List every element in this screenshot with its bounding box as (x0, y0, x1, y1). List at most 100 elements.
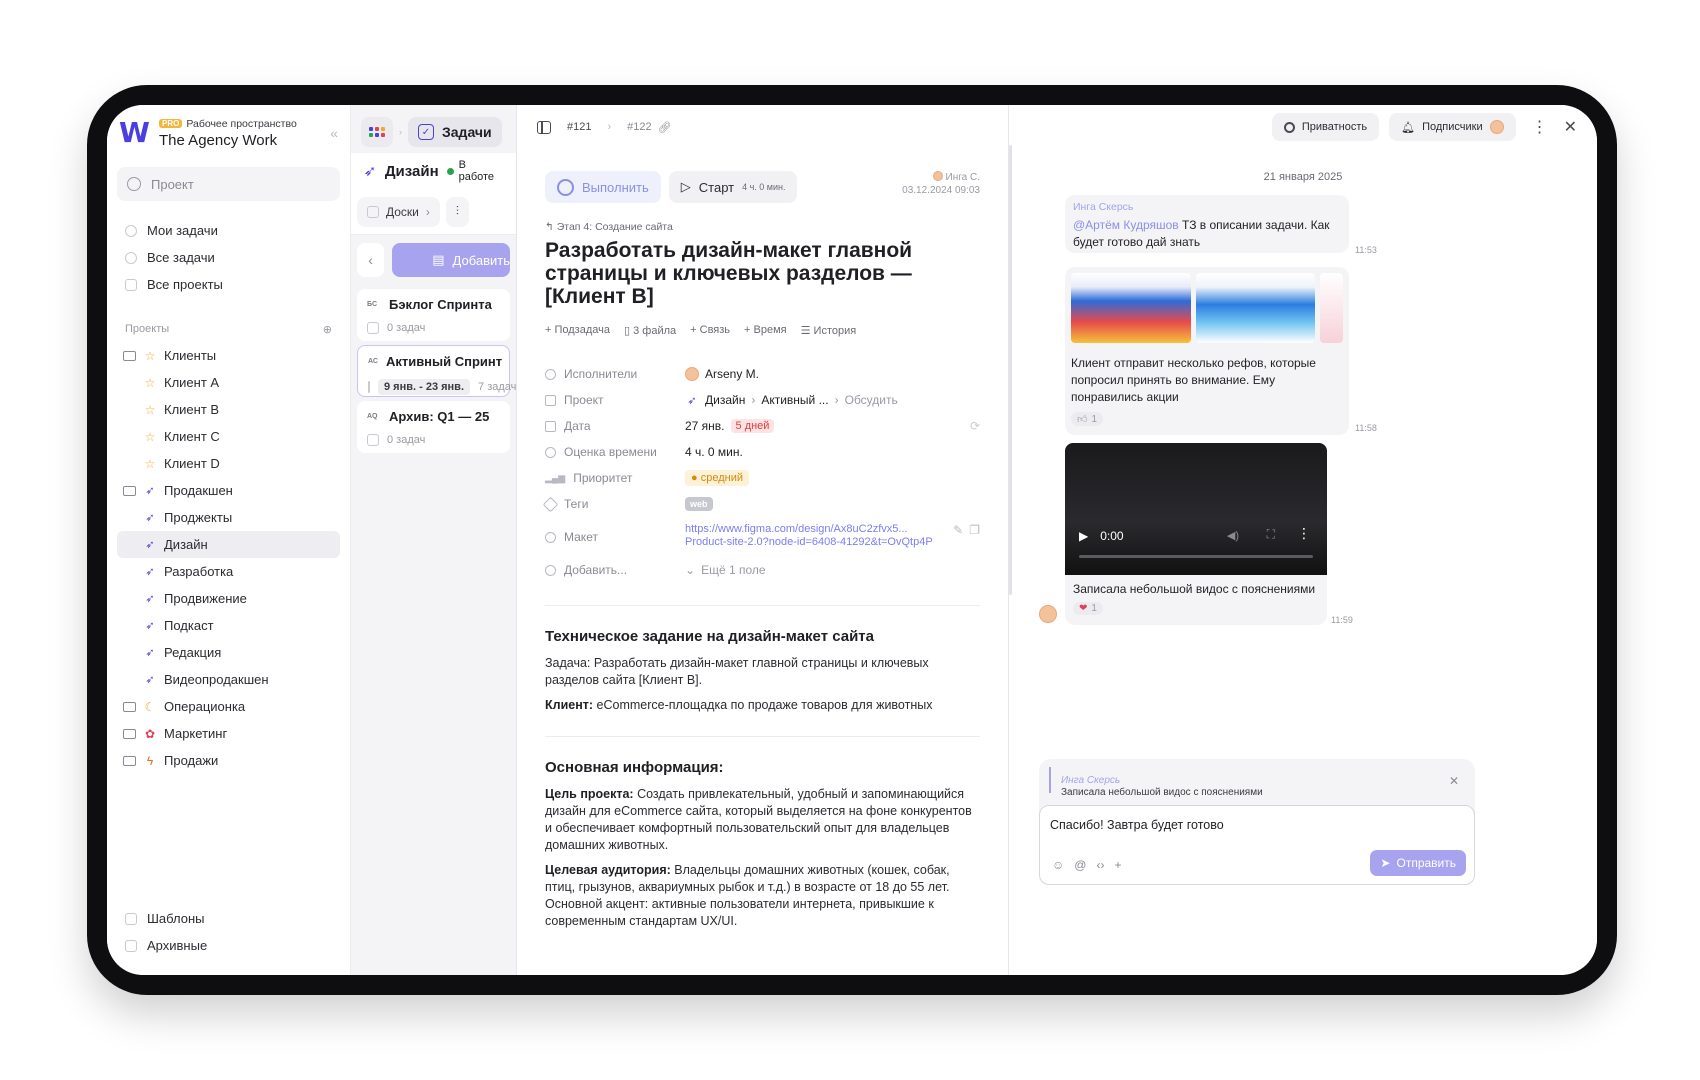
privacy-button[interactable]: Приватность (1271, 113, 1380, 141)
link-icon[interactable]: 🔗︎ (658, 121, 672, 134)
add-sprint-icon: ▤ (432, 252, 445, 267)
start-label: Старт (698, 179, 735, 195)
tree-folder-operations[interactable]: ☾ Операционка (117, 693, 340, 720)
tree-item-client-c[interactable]: ☆ Клиент C (117, 423, 340, 450)
tab-boards[interactable]: Доски › (357, 196, 440, 227)
collapse-sidebar-icon[interactable]: « (330, 125, 338, 141)
more-vertical-icon[interactable]: ⋮ (1526, 117, 1554, 137)
tasks-module-button[interactable]: ✓ Задачи (408, 117, 502, 147)
back-button[interactable]: ‹ (357, 243, 385, 277)
nav-archived[interactable]: Архивные (107, 932, 350, 959)
image-thumbnail[interactable] (1071, 273, 1191, 343)
prop-assignees[interactable]: Исполнители Arseny M. (545, 361, 980, 387)
mention-icon[interactable]: @ (1074, 858, 1086, 872)
edit-icon[interactable]: ✎ (953, 517, 963, 537)
add-sprint-button[interactable]: ▤ Добавить (392, 243, 510, 277)
copy-icon[interactable]: ❐ (969, 517, 980, 537)
tree-item-design[interactable]: ➶ Дизайн (117, 531, 340, 558)
tree-item-client-a[interactable]: ☆ Клиент A (117, 369, 340, 396)
sprint-card[interactable]: БС Бэклог Спринта 0 задач (357, 289, 510, 341)
chat-message[interactable]: Инга Скерсь @Артём Кудряшов ТЗ в описани… (1065, 195, 1349, 253)
nav-my-tasks[interactable]: Мои задачи (107, 217, 350, 244)
play-icon[interactable]: ▶ (1079, 529, 1088, 543)
volume-icon[interactable]: ◀) (1227, 529, 1239, 542)
prop-add[interactable]: Добавить... ⌄ Ещё 1 поле (545, 557, 980, 583)
subscribers-button[interactable]: 🔔︎ Подписчики (1389, 113, 1516, 141)
tree-item-development[interactable]: ➶ Разработка (117, 558, 340, 585)
sprint-count: 0 задач (387, 322, 426, 334)
emoji-icon[interactable]: ☺ (1052, 858, 1064, 872)
prop-project[interactable]: Проект ➶ Дизайн › Активный ... › Обсудить (545, 387, 980, 413)
sprint-card[interactable]: АQ Архив: Q1 — 25 0 задач (357, 401, 510, 453)
reaction-chip[interactable]: 👍︎ 1 (1071, 412, 1104, 426)
breadcrumb-parent[interactable]: #121 (567, 121, 591, 133)
code-icon[interactable]: ‹› (1096, 858, 1104, 872)
task-title[interactable]: Разработать дизайн-макет главной страниц… (545, 239, 980, 308)
apps-button[interactable] (361, 117, 393, 147)
tree-item-promotion[interactable]: ➶ Продвижение (117, 585, 340, 612)
reaction-chip[interactable]: ❤ 1 (1073, 602, 1103, 615)
tree-item-projects[interactable]: ➶ Проджекты (117, 504, 340, 531)
plus-icon[interactable]: + (1114, 858, 1121, 872)
prop-priority[interactable]: ▂▄▆ Приоритет ● средний (545, 465, 980, 491)
video-player[interactable]: ▶ 0:00 ◀) ⛶ ⋮ (1065, 443, 1327, 575)
send-button[interactable]: ➤ Отправить (1370, 850, 1466, 876)
brief-task-label: Задача: (545, 656, 591, 670)
tree-item-podcast[interactable]: ➶ Подкаст (117, 612, 340, 639)
prop-date[interactable]: Дата 27 янв. 5 дней ⟳ (545, 413, 980, 439)
figma-link[interactable]: https://www.figma.com/design/Ax8uC2zfvx5… (685, 517, 945, 549)
message-input[interactable]: Спасибо! Завтра будет готово ☺ @ ‹› + ➤ О… (1039, 805, 1475, 885)
add-subtask-link[interactable]: + Подзадача (545, 324, 610, 337)
target-audience: Целевая аудитория: Владельцы домашних жи… (545, 862, 980, 930)
add-project-icon[interactable]: ⊕ (323, 323, 332, 336)
tree-folder-clients[interactable]: ☆ Клиенты (117, 342, 340, 369)
add-time-link[interactable]: + Время (744, 324, 787, 337)
tree-folder-production[interactable]: ➶ Продакшен (117, 477, 340, 504)
marketing-icon: ✿ (144, 726, 156, 741)
tree-folder-sales[interactable]: ϟ Продажи (117, 747, 340, 774)
tree-label: Клиенты (164, 348, 217, 363)
panel-scrollbar[interactable] (1009, 145, 1012, 595)
start-timer-button[interactable]: ▷ Старт 4 ч. 0 мин. (668, 171, 798, 203)
checkbox-icon: ✓ (418, 124, 434, 140)
message-time: 11:53 (1355, 245, 1377, 255)
video-progress-bar[interactable] (1079, 555, 1313, 558)
chevron-right-icon: › (425, 204, 430, 219)
filter-button[interactable]: ⫶ (445, 196, 469, 227)
tree-item-video-production[interactable]: ➶ Видеопродакшен (117, 666, 340, 693)
image-thumbnail[interactable] (1195, 273, 1316, 343)
rocket-icon: ➶ (145, 620, 155, 632)
nav-all-projects[interactable]: Все проекты (107, 271, 350, 298)
more-fields-link[interactable]: Ещё 1 поле (701, 563, 765, 577)
chat-message-images[interactable]: Клиент отправит несколько рефов, которые… (1065, 267, 1349, 435)
fullscreen-icon[interactable]: ⛶ (1267, 527, 1275, 542)
close-icon[interactable]: ✕ (1564, 117, 1577, 137)
history-link[interactable]: ☰ История (801, 324, 857, 337)
project-search[interactable]: Проект (117, 167, 340, 201)
tree-label: Подкаст (164, 618, 214, 633)
nav-templates[interactable]: Шаблоны (107, 905, 350, 932)
prop-estimate[interactable]: Оценка времени 4 ч. 0 мин. (545, 439, 980, 465)
workspace-switcher[interactable]: W PRO Рабочее пространство The Agency Wor… (107, 105, 350, 151)
complete-task-button[interactable]: Выполнить (545, 171, 661, 203)
nav-all-tasks[interactable]: Все задачи (107, 244, 350, 271)
status-badge[interactable]: В работе (446, 159, 504, 183)
tree-label: Маркетинг (164, 726, 228, 741)
sprint-card-active[interactable]: АС Активный Спринт 9 янв. - 23 янв. 7 зада… (357, 345, 516, 397)
tree-item-editorial[interactable]: ➶ Редакция (117, 639, 340, 666)
tree-item-client-b[interactable]: ☆ Клиент B (117, 396, 340, 423)
chat-message-video[interactable]: ▶ 0:00 ◀) ⛶ ⋮ Записала небольшой видос с … (1065, 443, 1327, 625)
tree-item-client-d[interactable]: ☆ Клиент D (117, 450, 340, 477)
tree-folder-marketing[interactable]: ✿ Маркетинг (117, 720, 340, 747)
prop-tags[interactable]: Теги web (542, 491, 980, 517)
more-vertical-icon[interactable]: ⋮ (1297, 525, 1311, 542)
close-reply-icon[interactable]: ✕ (1449, 775, 1459, 787)
add-relation-link[interactable]: + Связь (690, 324, 730, 337)
tag-chip[interactable]: web (685, 497, 713, 511)
sidebar-toggle-icon[interactable] (537, 120, 551, 134)
files-link[interactable]: ▯ 3 файла (624, 324, 676, 337)
parent-stage[interactable]: ↰ Этап 4: Создание сайта (545, 221, 980, 233)
user-mention[interactable]: @Артём Кудряшов (1073, 218, 1179, 232)
repeat-icon[interactable]: ⟳ (970, 419, 980, 433)
image-thumbnail[interactable] (1320, 273, 1344, 343)
